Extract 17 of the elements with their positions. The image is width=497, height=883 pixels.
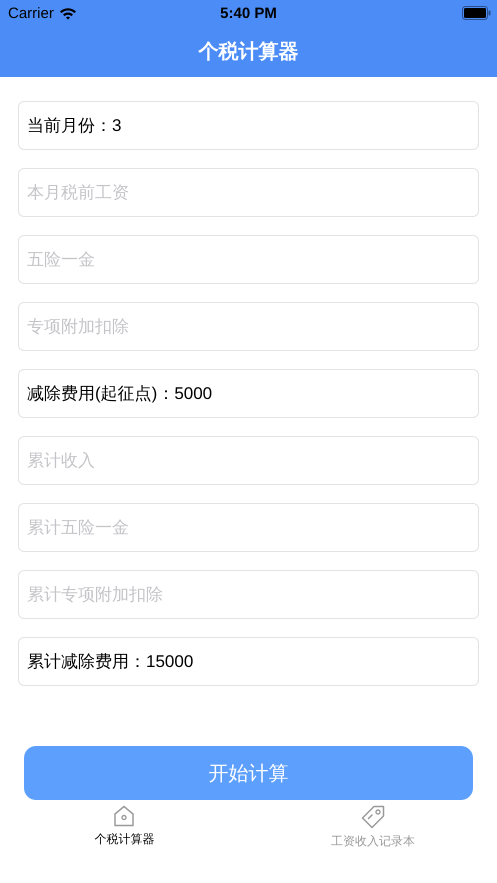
input-field[interactable]: 减除费用(起征点)：5000	[18, 369, 479, 418]
input-field[interactable]: 专项附加扣除	[18, 302, 479, 351]
input-field[interactable]: 累计减除费用：15000	[18, 637, 479, 686]
home-icon	[112, 804, 136, 828]
tag-icon	[360, 804, 386, 830]
wifi-icon	[58, 6, 77, 20]
input-field[interactable]: 累计专项附加扣除	[18, 570, 479, 619]
nav-title: 个税计算器	[198, 40, 298, 65]
input-field[interactable]: 本月税前工资	[18, 168, 479, 217]
input-field[interactable]: 当前月份：3	[18, 101, 479, 150]
tab-item[interactable]: 个税计算器	[0, 800, 248, 853]
carrier-name: Carrier	[8, 4, 54, 22]
input-field[interactable]: 累计收入	[18, 436, 479, 485]
input-field[interactable]: 五险一金	[18, 235, 479, 284]
battery-icon	[462, 6, 491, 20]
input-field[interactable]: 累计五险一金	[18, 503, 479, 552]
status-time: 5:40 PM	[220, 4, 277, 22]
